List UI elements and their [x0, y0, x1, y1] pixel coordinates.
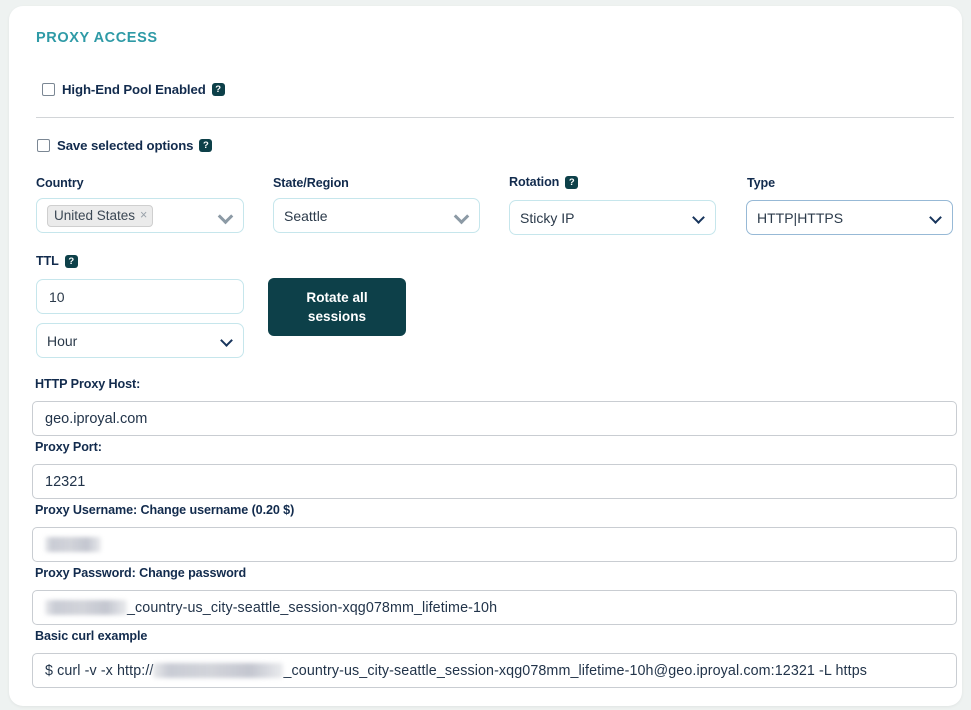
- rotate-all-sessions-button[interactable]: Rotate all sessions: [268, 278, 406, 336]
- proxy-password-label: Proxy Password: Change password: [35, 566, 247, 580]
- chevron-down-icon[interactable]: [693, 212, 705, 224]
- page-title: PROXY ACCESS: [36, 30, 158, 46]
- curl-example-prefix: $ curl -v -x http://: [45, 662, 154, 679]
- country-chip-inner: United States ×: [47, 204, 154, 227]
- save-options-label: Save selected options: [57, 138, 194, 153]
- ttl-value: 10: [49, 288, 65, 305]
- save-options-row[interactable]: Save selected options ?: [37, 138, 213, 153]
- close-icon[interactable]: ×: [140, 209, 147, 222]
- type-select[interactable]: HTTP|HTTPS: [746, 200, 953, 235]
- country-label: Country: [36, 176, 84, 190]
- proxy-port-value: 12321: [45, 473, 86, 490]
- masked-curl-credential: [153, 663, 284, 678]
- masked-password-value: [45, 600, 127, 615]
- save-options-checkbox[interactable]: [37, 139, 50, 152]
- high-end-pool-checkbox[interactable]: [42, 83, 55, 96]
- section-divider: [36, 117, 954, 118]
- state-region-value: Seattle: [284, 207, 328, 224]
- proxy-password-suffix: _country-us_city-seattle_session-xqg078m…: [127, 599, 498, 616]
- proxy-port-input[interactable]: 12321: [32, 464, 957, 499]
- high-end-pool-label: High-End Pool Enabled: [62, 82, 206, 97]
- http-proxy-host-input[interactable]: geo.iproyal.com: [32, 401, 957, 436]
- ttl-help-icon[interactable]: ?: [64, 255, 78, 268]
- curl-example-input[interactable]: $ curl -v -x http:// _country-us_city-sea…: [32, 653, 957, 688]
- save-options-help-icon[interactable]: ?: [199, 139, 213, 152]
- country-select[interactable]: United States ×: [36, 198, 244, 233]
- http-proxy-host-label: HTTP Proxy Host:: [35, 377, 141, 391]
- ttl-input[interactable]: 10: [36, 279, 244, 314]
- curl-example-suffix: _country-us_city-seattle_session-xqg078m…: [283, 662, 867, 679]
- type-value: HTTP|HTTPS: [757, 209, 844, 226]
- proxy-port-label: Proxy Port:: [35, 440, 102, 454]
- high-end-pool-help-icon[interactable]: ?: [211, 83, 225, 96]
- ttl-label-text: TTL: [36, 254, 59, 268]
- rotation-value: Sticky IP: [520, 209, 575, 226]
- type-label: Type: [747, 176, 776, 190]
- chevron-down-icon[interactable]: [455, 209, 469, 223]
- proxy-password-input[interactable]: _country-us_city-seattle_session-xqg078m…: [32, 590, 957, 625]
- country-chip[interactable]: United States ×: [47, 204, 219, 227]
- ttl-label: TTL?: [36, 254, 78, 268]
- masked-username-value: [45, 537, 101, 552]
- proxy-username-label: Proxy Username: Change username (0.20 $): [35, 503, 295, 517]
- country-chip-label: United States: [54, 207, 136, 223]
- page-root: PROXY ACCESS High-End Pool Enabled ? Sav…: [0, 0, 971, 710]
- http-proxy-host-value: geo.iproyal.com: [45, 410, 148, 427]
- high-end-pool-row[interactable]: High-End Pool Enabled ?: [42, 82, 225, 97]
- state-region-label: State/Region: [273, 176, 349, 190]
- ttl-unit-value: Hour: [47, 332, 78, 349]
- proxy-username-input[interactable]: [32, 527, 957, 562]
- rotation-select[interactable]: Sticky IP: [509, 200, 716, 235]
- chevron-down-icon[interactable]: [221, 335, 233, 347]
- state-region-select[interactable]: Seattle: [273, 198, 480, 233]
- chevron-down-icon[interactable]: [219, 209, 233, 223]
- rotation-help-icon[interactable]: ?: [565, 176, 579, 189]
- proxy-access-card: PROXY ACCESS High-End Pool Enabled ? Sav…: [9, 6, 962, 706]
- rotation-label-text: Rotation: [509, 175, 560, 189]
- curl-example-label: Basic curl example: [35, 629, 148, 643]
- chevron-down-icon[interactable]: [930, 212, 942, 224]
- ttl-unit-select[interactable]: Hour: [36, 323, 244, 358]
- rotation-label: Rotation?: [509, 175, 579, 189]
